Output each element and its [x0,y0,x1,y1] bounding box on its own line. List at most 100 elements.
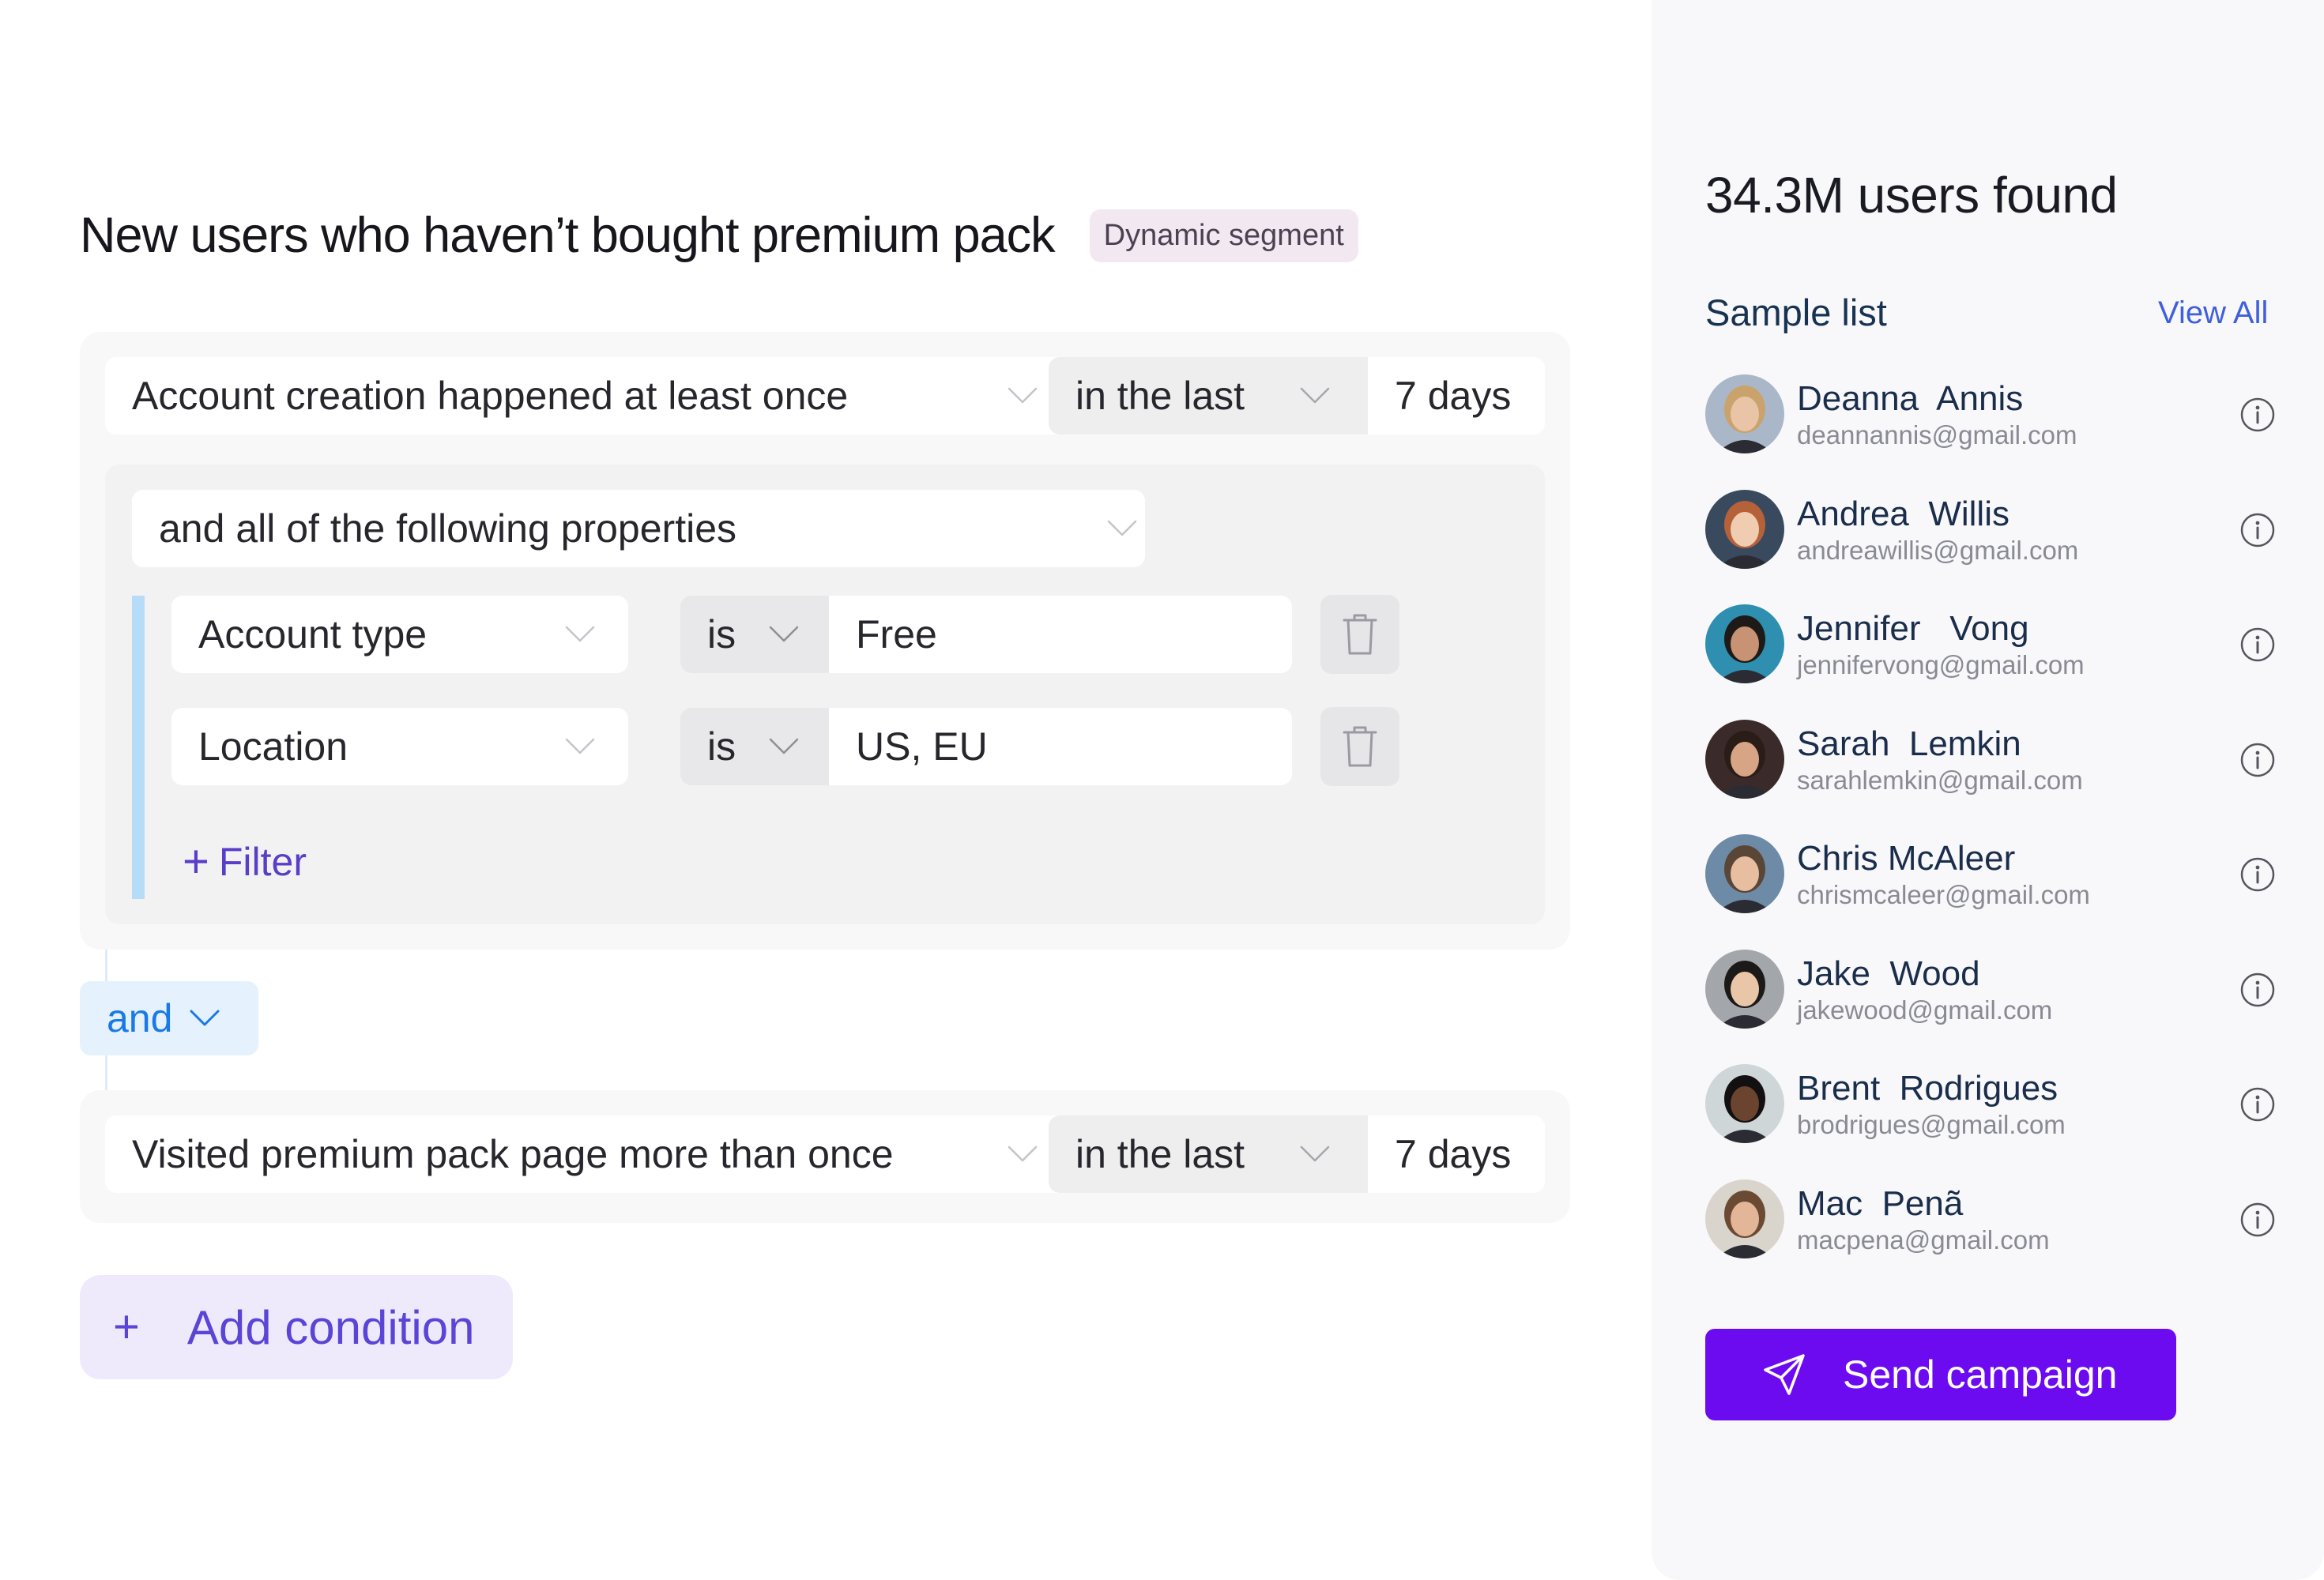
plus-icon: + [183,836,209,887]
plus-icon: + [113,1301,140,1352]
range-value-input[interactable]: 7 days [1368,357,1545,434]
range-value-label: 7 days [1395,1132,1512,1176]
user-name: Sarah Lemkin [1797,724,2021,763]
chevron-down-icon [769,737,799,756]
user-name: Deanna Annis [1797,379,2024,418]
add-filter-label: Filter [218,840,307,884]
sample-user-row[interactable]: Andrea Willis andreawillis@gmail.com [1705,489,2276,577]
info-icon[interactable] [2239,512,2276,548]
properties-select-label: and all of the following properties [159,506,737,551]
page-title: New users who haven’t bought premium pac… [80,208,1056,263]
filter-operator-label: is [707,612,736,656]
sample-user-row[interactable]: Sarah Lemkin sarahlemkin@gmail.com [1705,719,2276,807]
range-select-label: in the last [1075,374,1245,418]
view-all-link[interactable]: View All [2158,295,2268,331]
chevron-down-icon [1300,1145,1330,1164]
filter-operator-select[interactable]: is [680,596,829,673]
user-name: Brent Rodrigues [1797,1069,2058,1108]
chevron-down-icon [1008,386,1038,405]
sample-user-row[interactable]: Chris McAleer chrismcaleer@gmail.com [1705,834,2276,921]
delete-filter-button[interactable] [1320,707,1399,786]
paper-plane-icon [1762,1352,1806,1397]
info-icon[interactable] [2239,856,2276,893]
user-email: sarahlemkin@gmail.com [1797,765,2083,795]
properties-select[interactable]: and all of the following properties [132,490,1145,567]
segment-builder: New users who haven’t bought premium pac… [0,0,1652,1580]
send-campaign-label: Send campaign [1843,1352,2118,1397]
range-select[interactable]: in the last [1049,357,1368,434]
chevron-down-icon [1008,1145,1038,1164]
event-select-label: Account creation happened at least once [132,374,849,418]
range-select-label: in the last [1075,1132,1245,1176]
filter-operator-label: is [707,724,736,769]
event-select[interactable]: Visited premium pack page more than once [105,1115,1099,1193]
avatar [1705,949,1784,1029]
filter-group-bar [132,596,145,899]
user-email: chrismcaleer@gmail.com [1797,880,2090,909]
avatar [1705,719,1784,799]
filter-value-input[interactable]: Free [829,596,1292,673]
chevron-down-icon [1300,386,1330,405]
users-found-count: 34.3M users found [1705,167,2118,224]
avatar [1705,604,1784,683]
user-name: Chris McAleer [1797,839,2016,878]
title-row: New users who haven’t bought premium pac… [80,207,1358,264]
joiner-select[interactable]: and [80,981,258,1055]
user-email: macpena@gmail.com [1797,1224,2050,1255]
dynamic-segment-badge: Dynamic segment [1089,209,1358,262]
user-name: Jennifer Vong [1797,609,2029,648]
user-name: Mac Penã [1797,1183,1964,1223]
event-select[interactable]: Account creation happened at least once [105,357,1099,434]
properties-group: and all of the following properties Acco… [105,465,1545,924]
add-condition-label: Add condition [186,1300,475,1354]
chevron-down-icon [190,1009,220,1028]
chevron-down-icon [565,737,595,756]
user-name: Jake Wood [1797,954,1980,993]
avatar [1705,1064,1784,1143]
user-email: deannannis@gmail.com [1797,420,2077,450]
avatar [1705,1179,1784,1258]
info-icon[interactable] [2239,397,2276,433]
sample-user-row[interactable]: Mac Penã macpena@gmail.com [1705,1179,2276,1266]
delete-filter-button[interactable] [1320,595,1399,674]
info-icon[interactable] [2239,1202,2276,1238]
add-condition-button[interactable]: + Add condition [80,1275,513,1379]
chevron-down-icon [565,625,595,644]
filter-value-label: Free [856,612,937,656]
user-name: Andrea Willis [1797,494,2009,533]
user-email: brodrigues@gmail.com [1797,1110,2066,1139]
filter-property-label: Location [198,724,348,769]
sample-list-title: Sample list [1705,292,1887,333]
sample-user-row[interactable]: Brent Rodrigues brodrigues@gmail.com [1705,1064,2276,1151]
sample-user-row[interactable]: Jennifer Vong jennifervong@gmail.com [1705,604,2276,691]
filter-value-label: US, EU [856,724,988,769]
filter-operator-select[interactable]: is [680,708,829,785]
user-email: jakewood@gmail.com [1797,995,2053,1025]
chevron-down-icon [1107,519,1137,538]
range-value-input[interactable]: 7 days [1368,1115,1545,1193]
range-select[interactable]: in the last [1049,1115,1368,1193]
joiner-label: and [107,996,173,1040]
filter-value-input[interactable]: US, EU [829,708,1292,785]
add-filter-button[interactable]: + Filter [183,839,307,885]
sample-user-row[interactable]: Deanna Annis deannannis@gmail.com [1705,374,2276,461]
trash-icon [1343,614,1377,655]
info-icon[interactable] [2239,742,2276,778]
info-icon[interactable] [2239,972,2276,1008]
info-icon[interactable] [2239,626,2276,663]
condition-card-1: Account creation happened at least once … [80,332,1570,950]
chevron-down-icon [769,625,799,644]
range-value-label: 7 days [1395,374,1512,418]
trash-icon [1343,726,1377,767]
sample-user-row[interactable]: Jake Wood jakewood@gmail.com [1705,949,2276,1036]
info-icon[interactable] [2239,1086,2276,1123]
filter-property-select[interactable]: Account type [171,596,628,673]
filter-property-label: Account type [198,612,428,656]
send-campaign-button[interactable]: Send campaign [1705,1329,2176,1420]
filter-property-select[interactable]: Location [171,708,628,785]
user-email: andreawillis@gmail.com [1797,535,2079,565]
avatar [1705,374,1784,453]
avatar [1705,834,1784,913]
event-select-label: Visited premium pack page more than once [132,1132,894,1176]
results-panel: 34.3M users found Sample list View All D… [1652,0,2324,1580]
